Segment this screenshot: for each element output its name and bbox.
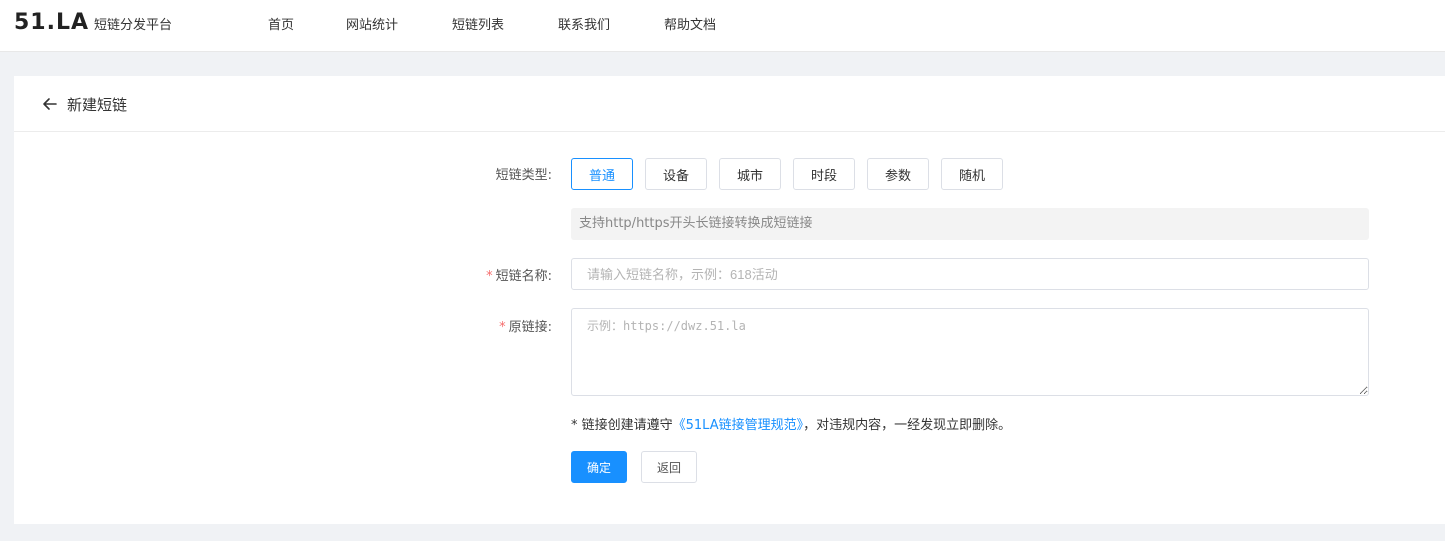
nav-item-help[interactable]: 帮助文档	[664, 14, 716, 33]
type-button-city[interactable]: 城市	[719, 158, 781, 190]
nav-item-home[interactable]: 首页	[268, 14, 294, 33]
required-mark: *	[499, 320, 506, 335]
platform-name: 短链分发平台	[94, 18, 173, 33]
type-button-param[interactable]: 参数	[867, 158, 929, 190]
notice-prefix: * 链接创建请遵守	[571, 418, 673, 433]
arrow-left-icon[interactable]	[41, 95, 59, 113]
type-button-time[interactable]: 时段	[793, 158, 855, 190]
link-name-input[interactable]	[571, 258, 1369, 290]
url-label: * 原链接:	[432, 316, 552, 335]
type-button-random[interactable]: 随机	[941, 158, 1003, 190]
type-hint: 支持http/https开头长链接转换成短链接	[571, 208, 1369, 240]
create-link-card: 新建短链 短链类型: 普通 设备 城市 时段 参数 随机 支持http/http…	[14, 76, 1445, 524]
original-url-textarea[interactable]	[571, 308, 1369, 396]
logo-text: 51.LA	[14, 9, 90, 35]
logo[interactable]: 51.LA	[14, 9, 89, 35]
confirm-button[interactable]: 确定	[571, 451, 627, 483]
top-navbar: 51.LA 短链分发平台 首页 网站统计 短链列表 联系我们 帮助文档	[0, 0, 1445, 52]
nav-item-contact[interactable]: 联系我们	[558, 14, 610, 33]
notice-suffix: ，对违规内容，一经发现立即删除。	[803, 418, 1012, 433]
policy-notice: * 链接创建请遵守《51LA链接管理规范》，对违规内容，一经发现立即删除。	[571, 414, 1011, 433]
required-mark: *	[486, 269, 493, 284]
card-header: 新建短链	[14, 76, 1445, 132]
nav-item-site-stats[interactable]: 网站统计	[346, 14, 398, 33]
nav-item-link-list[interactable]: 短链列表	[452, 14, 504, 33]
type-label: 短链类型:	[495, 168, 552, 183]
type-button-device[interactable]: 设备	[645, 158, 707, 190]
type-button-normal[interactable]: 普通	[571, 158, 633, 190]
policy-link[interactable]: 《51LA链接管理规范》	[673, 418, 803, 433]
name-label: * 短链名称:	[432, 265, 552, 284]
name-label-text: 短链名称:	[495, 269, 552, 284]
url-label-text: 原链接:	[508, 320, 552, 335]
page-title: 新建短链	[67, 96, 128, 114]
back-button[interactable]: 返回	[641, 451, 697, 483]
